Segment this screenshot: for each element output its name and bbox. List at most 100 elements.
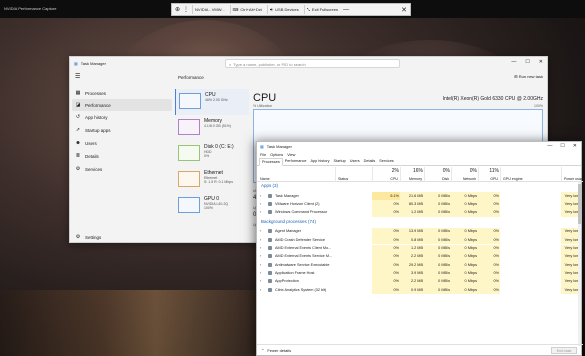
sidebar-item-settings[interactable]: ⚙ Settings — [72, 231, 172, 243]
table-row[interactable]: › AMD External Events Service M... 0% 2.2 M… — [257, 252, 583, 262]
cell-net: 0 Mbps — [451, 208, 478, 217]
cell-net: 0 Mbps — [451, 200, 478, 209]
expand-chevron-icon[interactable]: › — [259, 245, 262, 253]
cell-disk: 0 MB/s — [424, 192, 451, 201]
minimize-icon[interactable]: — — [511, 59, 516, 65]
expand-chevron-icon[interactable]: › — [259, 209, 262, 217]
search-input[interactable]: ⌕ Type a name, publisher, or PID to sear… — [225, 59, 400, 68]
column-status[interactable]: Status — [335, 167, 372, 182]
table-row[interactable]: › Citrix Analytics System (32 bit) 0% 0.9 M… — [257, 286, 583, 295]
sidebar-item-processes[interactable]: ▦ Processes — [72, 87, 172, 99]
resource-disk[interactable]: Disk 0 (C: E:) HDD 0% — [175, 141, 249, 167]
column-network[interactable]: 0% Network — [451, 167, 478, 182]
close-icon[interactable]: ✕ — [401, 6, 407, 14]
maximize-icon[interactable]: ☐ — [525, 59, 529, 65]
menu-icon[interactable]: ☰ — [75, 73, 80, 80]
table-row[interactable]: › AMD Crash Defender Service 0% 0.8 MB 0 MB/… — [257, 236, 583, 245]
toolbar-vm-item[interactable]: NVIDIA - VMW... — [192, 5, 227, 14]
sidebar-item-services[interactable]: ⚙ Services — [72, 163, 172, 175]
table-row[interactable]: › Antimalware Service Executable 0% 29.2 MB… — [257, 261, 583, 270]
scrollbar-thumb[interactable] — [578, 184, 581, 224]
close-icon[interactable]: ✕ — [539, 59, 543, 65]
resource-memory[interactable]: Memory 4.1/8.0 GB (51%) — [175, 115, 249, 141]
more-icon[interactable]: ⋮ — [183, 7, 189, 13]
expand-chevron-icon[interactable]: › — [259, 236, 262, 244]
table-row[interactable]: › Windows Command Processor 0% 1.2 MB 0 MB/s… — [257, 208, 583, 217]
utilization-max: 100% — [534, 104, 543, 108]
group-header[interactable]: Apps (3) — [257, 183, 583, 191]
toolbar-exit-fullscreen[interactable]: ⤡ Exit Fullscreen — [303, 5, 340, 14]
window-title: Task Manager — [80, 60, 106, 66]
cell-cpu: 0% — [372, 261, 400, 270]
resource-ethernet[interactable]: Ethernet Ethernet S: 1.5 R: 0.1 Mbps — [175, 167, 249, 193]
maximize-icon[interactable]: ☐ — [560, 143, 564, 149]
toolbar-ctrl-alt-del[interactable]: ⌨ Ctrl+Alt+Del — [229, 5, 264, 14]
column-memory[interactable]: 16% Memory — [400, 167, 424, 182]
column-power-usage[interactable]: Power usage — [561, 167, 585, 182]
cell-name: Antimalware Service Executable — [275, 262, 330, 267]
column-gpu-engine[interactable]: GPU engine — [500, 167, 561, 182]
table-row[interactable]: › VMware Horizon Client (2) 0% 80.3 MB 0 MB/… — [257, 200, 583, 209]
table-row[interactable]: › AMD External Events Client Mo... 0% 1.2 M… — [257, 244, 583, 253]
expand-chevron-icon[interactable]: › — [259, 200, 262, 208]
fewer-details-link[interactable]: Fewer details — [267, 348, 291, 353]
sidebar-item-app-history[interactable]: ↺ App history — [72, 111, 172, 123]
cell-cpu: 0% — [372, 208, 400, 217]
group-header[interactable]: Background processes (74) — [257, 219, 583, 227]
run-new-task-button[interactable]: ⊞ Run new task — [514, 74, 543, 79]
gear-icon: ⚙ — [75, 234, 81, 240]
sidebar-item-performance[interactable]: ◪ Performance — [72, 99, 172, 111]
cell-net: 0 Mbps — [451, 227, 478, 237]
keyboard-icon: ⌨ — [232, 7, 239, 12]
utilization-label: % Utilization — [253, 104, 273, 108]
cpu-model: Intel(R) Xeon(R) Gold 6330 CPU @ 2.00GHz — [442, 96, 543, 102]
cell-name: AppProtection — [275, 279, 299, 284]
column-disk[interactable]: 0% Disk — [424, 167, 451, 182]
sidebar-item-users[interactable]: ☻ Users — [72, 137, 172, 149]
tab-services[interactable]: Services — [377, 158, 396, 165]
cell-mem: 1.2 MB — [400, 208, 424, 217]
expand-chevron-icon[interactable]: › — [259, 278, 262, 286]
cell-mem: 2.2 MB — [400, 252, 424, 262]
cell-net: 0 Mbps — [451, 252, 478, 262]
tab-startup[interactable]: Startup — [331, 158, 347, 165]
table-row[interactable]: › Application Frame Host 0% 3.9 MB 0 MB/s 0 M… — [257, 269, 583, 278]
expand-chevron-icon[interactable]: › — [259, 253, 262, 261]
table-row[interactable]: › Agent Manager 0% 13.9 MB 0 MB/s 0 Mbps 0% Ver… — [257, 227, 583, 237]
tab-users[interactable]: Users — [348, 158, 362, 165]
tab-performance[interactable]: Performance — [283, 158, 309, 165]
column-name[interactable]: Name — [257, 167, 335, 182]
process-icon — [268, 229, 272, 234]
column-cpu[interactable]: 2% CPU — [372, 167, 400, 182]
expand-chevron-icon[interactable]: › — [259, 269, 262, 277]
pin-icon[interactable]: ⊕ — [175, 7, 180, 13]
resource-gpu[interactable]: GPU 0 NVIDIA L40-2Q 100% — [175, 193, 249, 219]
table-row[interactable]: › Task Manager 6.1% 21.6 MB 0 MB/s 0 Mbps 0% Ve… — [257, 192, 583, 201]
task-manager-icon: ▦ — [260, 144, 264, 149]
end-task-button[interactable]: End task — [551, 347, 577, 354]
expand-chevron-icon[interactable]: › — [259, 286, 262, 294]
tab-details[interactable]: Details — [362, 158, 378, 165]
column-gpu[interactable]: 11% GPU — [478, 167, 500, 182]
minimize-icon[interactable]: — — [343, 7, 349, 13]
sidebar-item-details[interactable]: ≣ Details — [72, 150, 172, 162]
resource-cpu[interactable]: CPU 46% 2.00 GHz — [175, 89, 249, 115]
disk-thumbnail — [178, 145, 200, 161]
expand-chevron-icon[interactable]: › — [259, 192, 262, 200]
chevron-up-icon[interactable]: ⌃ — [261, 348, 264, 353]
window-title: Task Manager — [266, 144, 292, 149]
expand-chevron-icon[interactable]: › — [259, 228, 262, 236]
menu-view[interactable]: View — [287, 153, 295, 157]
menu-file[interactable]: File — [260, 153, 266, 157]
tab-processes[interactable]: Processes — [259, 158, 283, 166]
tab-app-history[interactable]: App history — [308, 158, 331, 165]
minimize-icon[interactable]: — — [547, 143, 552, 149]
toolbar-usb-devices[interactable]: ⎆ USB Devices — [266, 5, 301, 14]
sidebar-item-startup-apps[interactable]: ➚ Startup apps — [72, 124, 172, 136]
ethernet-thumbnail — [178, 171, 200, 187]
close-icon[interactable]: ✕ — [573, 143, 577, 149]
expand-chevron-icon[interactable]: › — [259, 261, 262, 269]
grid-icon: ▦ — [75, 90, 81, 96]
menu-options[interactable]: Options — [270, 153, 283, 157]
table-row[interactable]: › AppProtection 0% 2.2 MB 0 MB/s 0 Mbps 0% Very… — [257, 277, 583, 286]
